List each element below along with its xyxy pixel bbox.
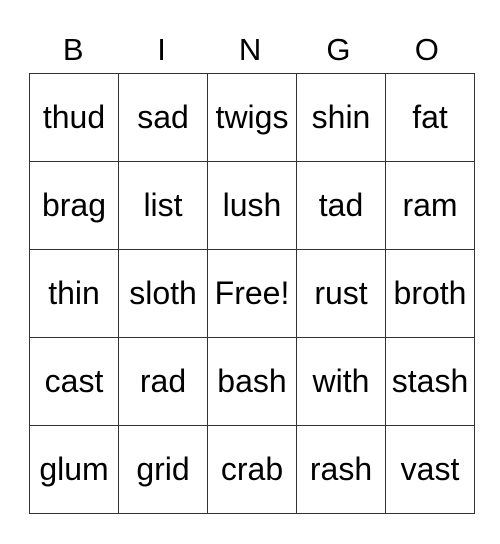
bingo-card: thud sad twigs shin fat brag list lush t… bbox=[29, 73, 475, 514]
card-row: cast rad bash with stash bbox=[29, 337, 475, 426]
bingo-header: B I N G O bbox=[29, 30, 471, 70]
card-row: glum grid crab rash vast bbox=[29, 425, 475, 514]
card-cell: thud bbox=[29, 73, 119, 162]
card-cell: cast bbox=[29, 337, 119, 426]
card-cell: thin bbox=[29, 249, 119, 338]
card-cell: crab bbox=[207, 425, 297, 514]
card-cell: vast bbox=[385, 425, 475, 514]
card-cell: with bbox=[296, 337, 386, 426]
card-cell: stash bbox=[385, 337, 475, 426]
card-cell: rad bbox=[118, 337, 208, 426]
card-cell: ram bbox=[385, 161, 475, 250]
free-space-cell: Free! bbox=[207, 249, 297, 338]
card-cell: sad bbox=[118, 73, 208, 162]
card-cell: twigs bbox=[207, 73, 297, 162]
card-cell: fat bbox=[385, 73, 475, 162]
header-letter-i: I bbox=[157, 32, 166, 67]
header-letter-o: O bbox=[414, 32, 439, 67]
card-row: thin sloth Free! rust broth bbox=[29, 249, 475, 338]
header-letter-b: B bbox=[62, 32, 84, 67]
header-letter-n: N bbox=[238, 32, 262, 67]
card-cell: list bbox=[118, 161, 208, 250]
card-cell: tad bbox=[296, 161, 386, 250]
card-cell: bash bbox=[207, 337, 297, 426]
card-cell: broth bbox=[385, 249, 475, 338]
card-cell: rash bbox=[296, 425, 386, 514]
card-cell: brag bbox=[29, 161, 119, 250]
card-row: brag list lush tad ram bbox=[29, 161, 475, 250]
card-cell: glum bbox=[29, 425, 119, 514]
card-row: thud sad twigs shin fat bbox=[29, 73, 475, 162]
header-letter-g: G bbox=[326, 32, 351, 67]
card-cell: shin bbox=[296, 73, 386, 162]
card-cell: grid bbox=[118, 425, 208, 514]
card-cell: rust bbox=[296, 249, 386, 338]
card-cell: lush bbox=[207, 161, 297, 250]
card-cell: sloth bbox=[118, 249, 208, 338]
